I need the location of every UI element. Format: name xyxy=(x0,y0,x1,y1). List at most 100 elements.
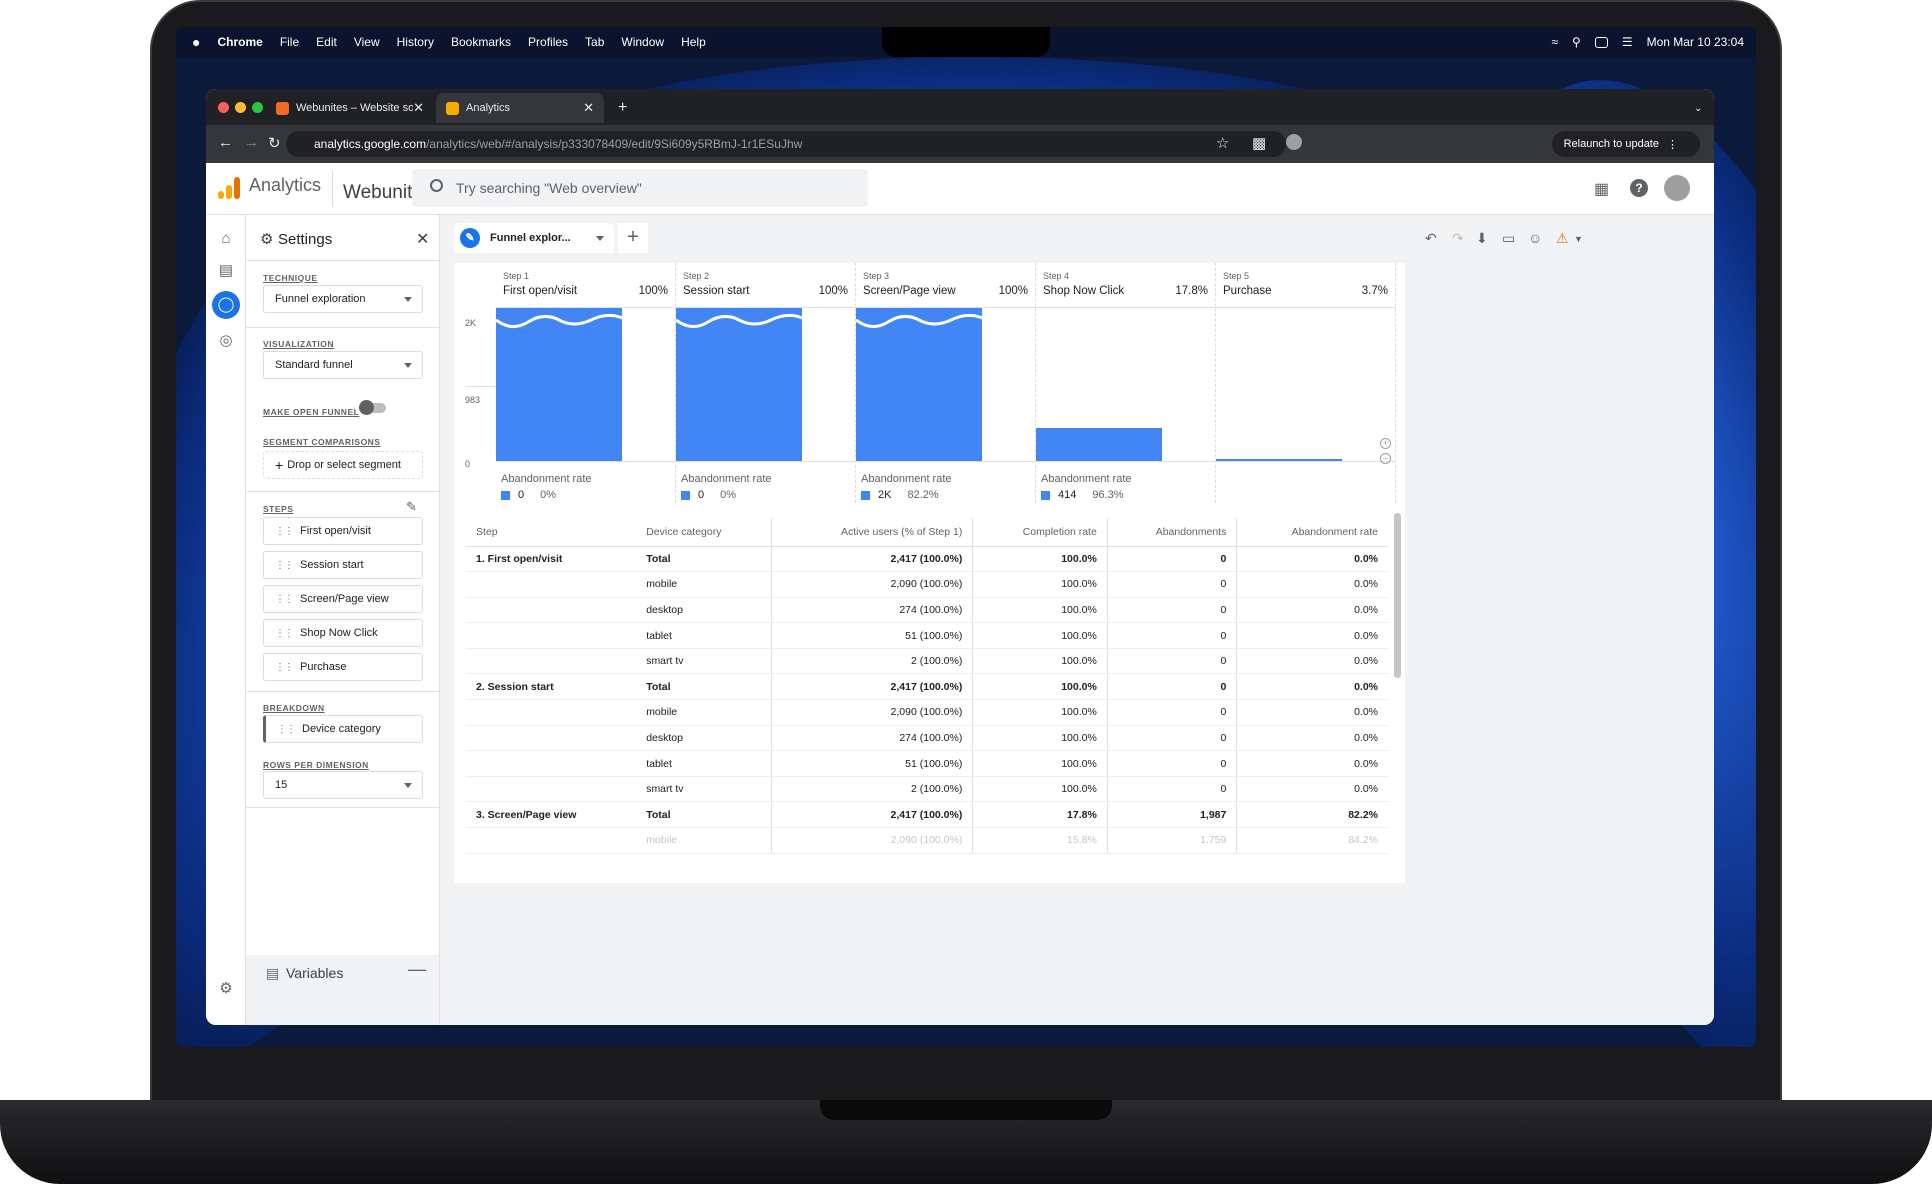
maximize-window-button[interactable] xyxy=(252,102,263,113)
profile-avatar[interactable] xyxy=(1286,134,1302,150)
table-row[interactable]: tablet 51 (100.0%) 100.0% 0 0.0% xyxy=(466,622,1388,649)
drag-handle-icon[interactable]: ⋮⋮ xyxy=(275,662,294,673)
search-icon[interactable]: ⚲ xyxy=(1572,35,1581,49)
home-icon[interactable]: ⌂ xyxy=(218,231,234,247)
address-bar[interactable]: analytics.google.com/analytics/web/#/ana… xyxy=(286,131,1286,157)
drag-handle-icon[interactable]: ⋮⋮ xyxy=(275,628,294,639)
warning-icon[interactable]: ⚠ xyxy=(1556,230,1569,247)
table-row[interactable]: 3. Screen/Page view Total 2,417 (100.0%) 17… xyxy=(466,801,1388,829)
relaunch-button[interactable]: Relaunch to update ⋮ xyxy=(1551,131,1700,157)
funnel-bar[interactable] xyxy=(676,308,802,461)
browser-tab-analytics[interactable]: Analytics ✕ xyxy=(436,93,604,123)
table-row[interactable]: tablet 51 (100.0%) 100.0% 0 0.0% xyxy=(466,750,1388,777)
extensions-icon[interactable]: ▩ xyxy=(1252,134,1266,152)
share-user-icon[interactable]: ☺ xyxy=(1528,230,1542,246)
add-tab-button[interactable]: + xyxy=(618,223,648,253)
apps-grid-icon[interactable]: ▦ xyxy=(1594,179,1609,199)
breakdown-item[interactable]: ⋮⋮ Device category xyxy=(263,715,423,743)
close-window-button[interactable] xyxy=(218,102,229,113)
funnel-step[interactable]: Step 5 Purchase 3.7% xyxy=(1216,263,1396,503)
column-header[interactable]: Device category xyxy=(636,518,773,547)
collapse-icon[interactable]: — xyxy=(408,959,426,980)
technique-dropdown[interactable]: Funnel exploration xyxy=(263,285,423,313)
chevron-down-icon[interactable]: ▼ xyxy=(1574,234,1583,244)
column-header[interactable]: Active users (% of Step 1) xyxy=(771,518,974,547)
column-header[interactable]: Abandonment rate xyxy=(1236,518,1388,547)
table-scrollbar[interactable] xyxy=(1394,513,1401,678)
edit-pencil-icon[interactable]: ✎ xyxy=(406,499,417,515)
menubar-clock[interactable]: Mon Mar 10 23:04 xyxy=(1647,35,1744,49)
chevron-down-icon[interactable] xyxy=(596,235,604,241)
control-center-icon[interactable]: ☰ xyxy=(1622,35,1633,49)
variables-panel-header[interactable]: ▤ Variables — xyxy=(246,955,439,1025)
menu-item[interactable]: Chrome xyxy=(217,35,262,49)
menu-item[interactable]: Edit xyxy=(316,35,337,49)
menu-item[interactable]: Window xyxy=(621,35,664,49)
analytics-logo-icon[interactable] xyxy=(218,177,242,199)
rows-per-dimension-dropdown[interactable]: 15 xyxy=(263,771,423,799)
funnel-bar[interactable] xyxy=(496,308,622,461)
account-avatar[interactable] xyxy=(1664,175,1690,201)
close-tab-icon[interactable]: ✕ xyxy=(583,100,594,116)
help-icon[interactable]: ? xyxy=(1630,179,1648,197)
table-row[interactable]: 1. First open/visit Total 2,417 (100.0%) 10… xyxy=(466,546,1388,573)
back-icon[interactable]: ← xyxy=(218,134,233,151)
undo-icon[interactable]: ↶ xyxy=(1425,230,1437,247)
step-item[interactable]: ⋮⋮ First open/visit xyxy=(263,517,423,545)
menu-item[interactable]: Profiles xyxy=(528,35,568,49)
funnel-step[interactable]: Step 4 Shop Now Click 17.8% Abandonment rat… xyxy=(1036,263,1216,503)
zoom-out-icon[interactable]: – xyxy=(1380,453,1391,464)
step-item[interactable]: ⋮⋮ Screen/Page view xyxy=(263,585,423,613)
admin-gear-icon[interactable]: ⚙ xyxy=(218,981,234,997)
drag-handle-icon[interactable]: ⋮⋮ xyxy=(277,724,296,735)
redo-icon[interactable]: ↷ xyxy=(1452,230,1464,247)
step-item[interactable]: ⋮⋮ Purchase xyxy=(263,653,423,681)
search-input[interactable]: Try searching "Web overview" xyxy=(412,169,868,207)
drag-handle-icon[interactable]: ⋮⋮ xyxy=(275,594,294,605)
explore-icon[interactable]: ◯ xyxy=(212,291,240,319)
menu-item[interactable]: History xyxy=(397,35,434,49)
drag-handle-icon[interactable]: ⋮⋮ xyxy=(275,560,294,571)
menu-item[interactable]: Tab xyxy=(585,35,604,49)
table-row[interactable]: 2. Session start Total 2,417 (100.0%) 100.0… xyxy=(466,673,1388,701)
table-row[interactable]: smart tv 2 (100.0%) 100.0% 0 0.0% xyxy=(466,776,1388,803)
forward-icon[interactable]: → xyxy=(244,134,259,151)
move-folder-icon[interactable]: ▭ xyxy=(1502,230,1515,247)
column-header[interactable]: Step xyxy=(466,518,637,547)
visualization-dropdown[interactable]: Standard funnel xyxy=(263,351,423,379)
step-item[interactable]: ⋮⋮ Shop Now Click xyxy=(263,619,423,647)
menu-item[interactable]: Help xyxy=(681,35,706,49)
bookmark-star-icon[interactable]: ☆ xyxy=(1216,134,1229,152)
table-row[interactable]: desktop 274 (100.0%) 100.0% 0 0.0% xyxy=(466,597,1388,624)
funnel-step[interactable]: Step 3 Screen/Page view 100% Abandonment ra… xyxy=(856,263,1036,503)
step-item[interactable]: ⋮⋮ Session start xyxy=(263,551,423,579)
apple-icon[interactable]: ● xyxy=(192,34,200,50)
tab-search-icon[interactable]: ⌄ xyxy=(1684,93,1712,123)
table-row[interactable]: desktop 274 (100.0%) 100.0% 0 0.0% xyxy=(466,725,1388,752)
menu-item[interactable]: Bookmarks xyxy=(451,35,511,49)
funnel-step[interactable]: Step 1 First open/visit 100% Abandonment ra… xyxy=(496,263,676,503)
drag-handle-icon[interactable]: ⋮⋮ xyxy=(275,526,294,537)
table-row[interactable]: mobile 2,090 (100.0%) 100.0% 0 0.0% xyxy=(466,699,1388,726)
table-row[interactable]: smart tv 2 (100.0%) 100.0% 0 0.0% xyxy=(466,648,1388,675)
menu-item[interactable]: View xyxy=(354,35,380,49)
funnel-bar[interactable] xyxy=(856,308,982,461)
menu-item[interactable]: File xyxy=(280,35,299,49)
minimize-window-button[interactable] xyxy=(235,102,246,113)
battery-icon[interactable] xyxy=(1594,36,1608,48)
funnel-bar[interactable] xyxy=(1036,428,1162,461)
download-icon[interactable]: ⬇ xyxy=(1476,230,1488,247)
exploration-tab[interactable]: ✎ Funnel explor... xyxy=(454,223,614,253)
new-tab-button[interactable]: + xyxy=(608,93,637,123)
funnel-step[interactable]: Step 2 Session start 100% Abandonment rate 0… xyxy=(676,263,856,503)
table-row[interactable]: mobile 2,090 (100.0%) 100.0% 0 0.0% xyxy=(466,571,1388,598)
close-tab-icon[interactable]: ✕ xyxy=(413,100,424,116)
column-header[interactable]: Completion rate xyxy=(972,518,1108,547)
column-header[interactable]: Abandonments xyxy=(1107,518,1238,547)
reload-icon[interactable]: ↻ xyxy=(268,134,281,152)
table-row[interactable]: mobile 2,090 (100.0%) 15.8% 1,759 84.2% xyxy=(466,827,1388,854)
close-icon[interactable]: ✕ xyxy=(416,229,429,249)
advertising-icon[interactable]: ◎ xyxy=(218,333,234,349)
reports-icon[interactable]: ▤ xyxy=(218,263,234,279)
wifi-icon[interactable]: ≈ xyxy=(1551,35,1558,49)
